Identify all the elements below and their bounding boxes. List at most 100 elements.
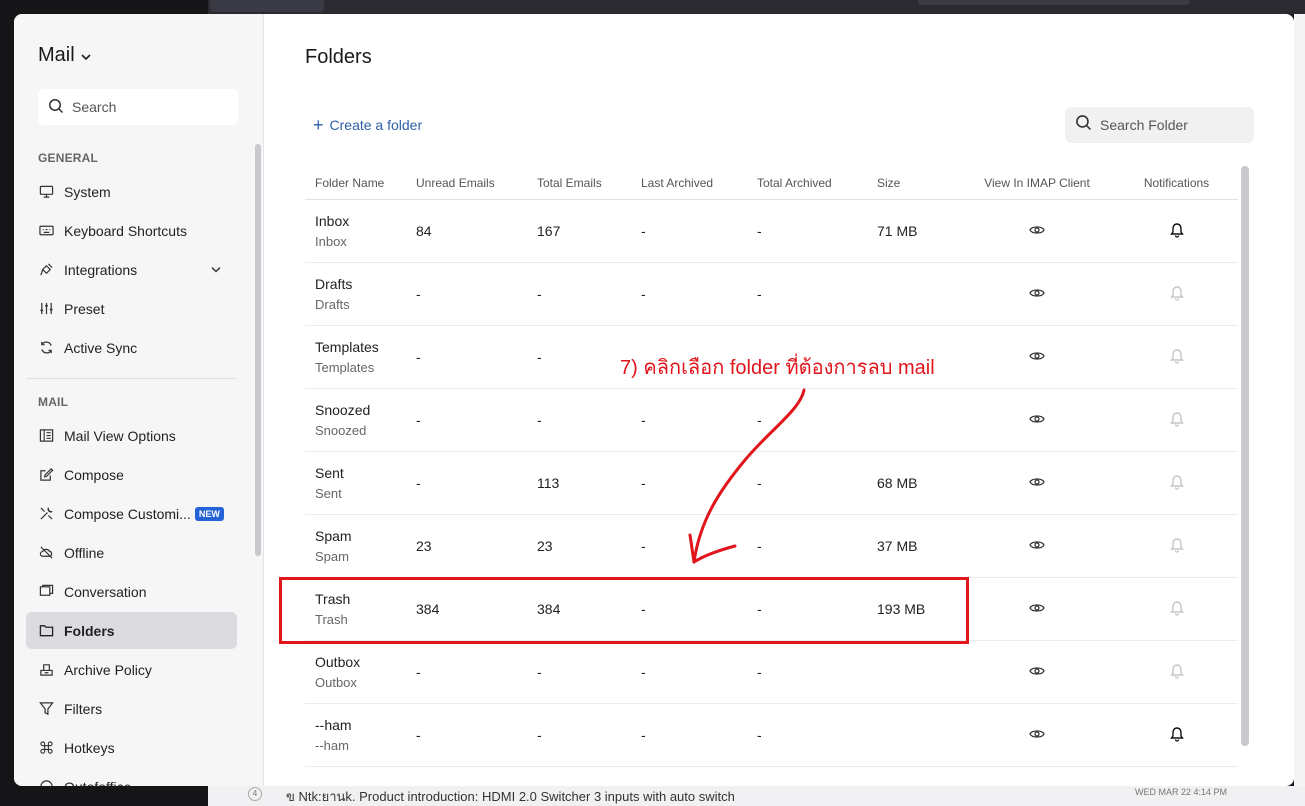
folder-name[interactable]: Sent [315,465,416,481]
bell-icon[interactable] [1169,663,1184,679]
bell-icon[interactable] [1169,285,1184,301]
eye-icon[interactable] [1029,665,1045,677]
sidebar-item-compose-customi[interactable]: Compose Customi... NEW [26,495,237,532]
eye-icon[interactable] [1029,728,1045,740]
folder-row-spam[interactable]: Spam Spam 23 23- -37 MB [305,515,1238,578]
total-archived: - [757,664,762,680]
settings-sidebar: Mail GENERAL System Keyboard Shortcuts Inte… [14,14,264,786]
away-icon [38,779,54,786]
col-last-archived[interactable]: Last Archived [641,176,757,190]
settings-search-input[interactable] [72,99,222,115]
sidebar-item-integrations[interactable]: Integrations [26,251,237,288]
sidebar-item-mail-view-options[interactable]: Mail View Options [26,417,237,454]
total-count: 23 [537,538,553,554]
unread-count: - [416,349,421,365]
unread-count: - [416,286,421,302]
sidebar-item-label: Outofoffice [64,779,131,787]
sidebar-item-offline[interactable]: Offline [26,534,237,571]
search-icon [1075,114,1092,136]
sidebar-item-active-sync[interactable]: Active Sync [26,329,237,366]
total-archived: - [757,727,762,743]
eye-icon[interactable] [1029,224,1045,236]
folder-row-folder[interactable]: ภาษา [305,767,1238,786]
sidebar-item-label: Archive Policy [64,661,152,678]
eye-icon[interactable] [1029,287,1045,299]
folder-size: 71 MB [877,223,918,239]
sidebar-item-label: Compose Customi... [64,505,191,522]
sidebar-item-label: Keyboard Shortcuts [64,222,187,239]
sidebar-item-filters[interactable]: Filters [26,690,237,727]
sidebar-item-outofoffice[interactable]: Outofoffice [26,768,237,786]
folder-name-cell: Inbox Inbox [305,213,416,249]
col-folder-name[interactable]: Folder Name [305,176,416,190]
folders-table: Folder Name Unread Emails Total Emails L… [305,166,1238,786]
new-badge: NEW [194,506,224,521]
eye-icon[interactable] [1029,602,1045,614]
folder-subname: Outbox [315,675,357,690]
command-icon [38,740,54,756]
folder-name[interactable]: Inbox [315,213,416,229]
bell-icon[interactable] [1169,222,1184,238]
col-total-archived[interactable]: Total Archived [757,176,877,190]
bell-icon[interactable] [1169,537,1184,553]
monitor-icon [38,184,54,200]
create-folder-button[interactable]: + Create a folder [313,116,422,134]
folder-search-input[interactable] [1100,117,1250,133]
table-scrollbar[interactable] [1241,166,1249,746]
sidebar-item-system[interactable]: System [26,173,237,210]
app-switcher[interactable]: Mail [38,44,91,67]
unread-count: - [416,475,421,491]
col-size[interactable]: Size [877,176,959,190]
email-subject: ข Ntk:ยานk. Product introduction: HDMI 2… [286,789,735,804]
bell-icon[interactable] [1169,411,1184,427]
folder-row-ham[interactable]: --ham --ham - - - - [305,704,1238,767]
sidebar-item-compose[interactable]: Compose [26,456,237,493]
total-archived: - [757,475,762,491]
folder-subname: --ham [315,738,349,753]
folder-name[interactable]: Outbox [315,654,416,670]
sidebar-item-hotkeys[interactable]: Hotkeys [26,729,237,766]
unread-count: 23 [416,538,432,554]
tools-icon [38,506,54,522]
bell-icon[interactable] [1169,474,1184,490]
folder-row-outbox[interactable]: Outbox Outbox - - - - [305,641,1238,704]
eye-icon[interactable] [1029,413,1045,425]
total-count: 167 [537,223,561,239]
total-count: - [537,412,542,428]
folder-search[interactable] [1065,107,1254,143]
folder-name[interactable]: --ham [315,717,416,733]
col-unread[interactable]: Unread Emails [416,176,537,190]
bell-icon[interactable] [1169,348,1184,364]
folder-row-drafts[interactable]: Drafts Drafts - - - - [305,263,1238,326]
total-count: 113 [537,475,560,491]
eye-icon[interactable] [1029,539,1045,551]
folder-name[interactable]: Spam [315,528,416,544]
bell-icon[interactable] [1169,600,1184,616]
eye-icon[interactable] [1029,350,1045,362]
folder-name[interactable]: Snoozed [315,402,416,418]
settings-modal: Mail GENERAL System Keyboard Shortcuts Inte… [14,14,1294,786]
folder-name[interactable]: Templates [315,339,416,355]
col-total[interactable]: Total Emails [537,176,641,190]
chevron-down-icon[interactable] [211,264,221,276]
sidebar-item-folders[interactable]: Folders [26,612,237,649]
total-count: - [537,664,542,680]
folder-row-snoozed[interactable]: Snoozed Snoozed - - - - [305,389,1238,452]
folder-name-cell: ภาษา [305,785,416,787]
sidebar-item-label: Conversation [64,583,147,600]
folder-row-sent[interactable]: Sent Sent -113- -68 MB [305,452,1238,515]
sidebar-item-archive-policy[interactable]: Archive Policy [26,651,237,688]
keyboard-icon [38,223,54,239]
bell-icon[interactable] [1169,726,1184,742]
sidebar-item-preset[interactable]: Preset [26,290,237,327]
sidebar-scrollbar[interactable] [255,144,261,556]
col-imap: View In IMAP Client [984,175,1090,190]
sidebar-item-keyboard-shortcuts[interactable]: Keyboard Shortcuts [26,212,237,249]
sidebar-item-conversation[interactable]: Conversation [26,573,237,610]
eye-icon[interactable] [1029,476,1045,488]
settings-search[interactable] [38,89,238,125]
folder-name[interactable]: Drafts [315,276,416,292]
folder-name[interactable]: ภาษา [315,785,416,787]
folder-row-inbox[interactable]: Inbox Inbox 84 167- -71 MB [305,200,1238,263]
nav-divider [26,378,237,379]
